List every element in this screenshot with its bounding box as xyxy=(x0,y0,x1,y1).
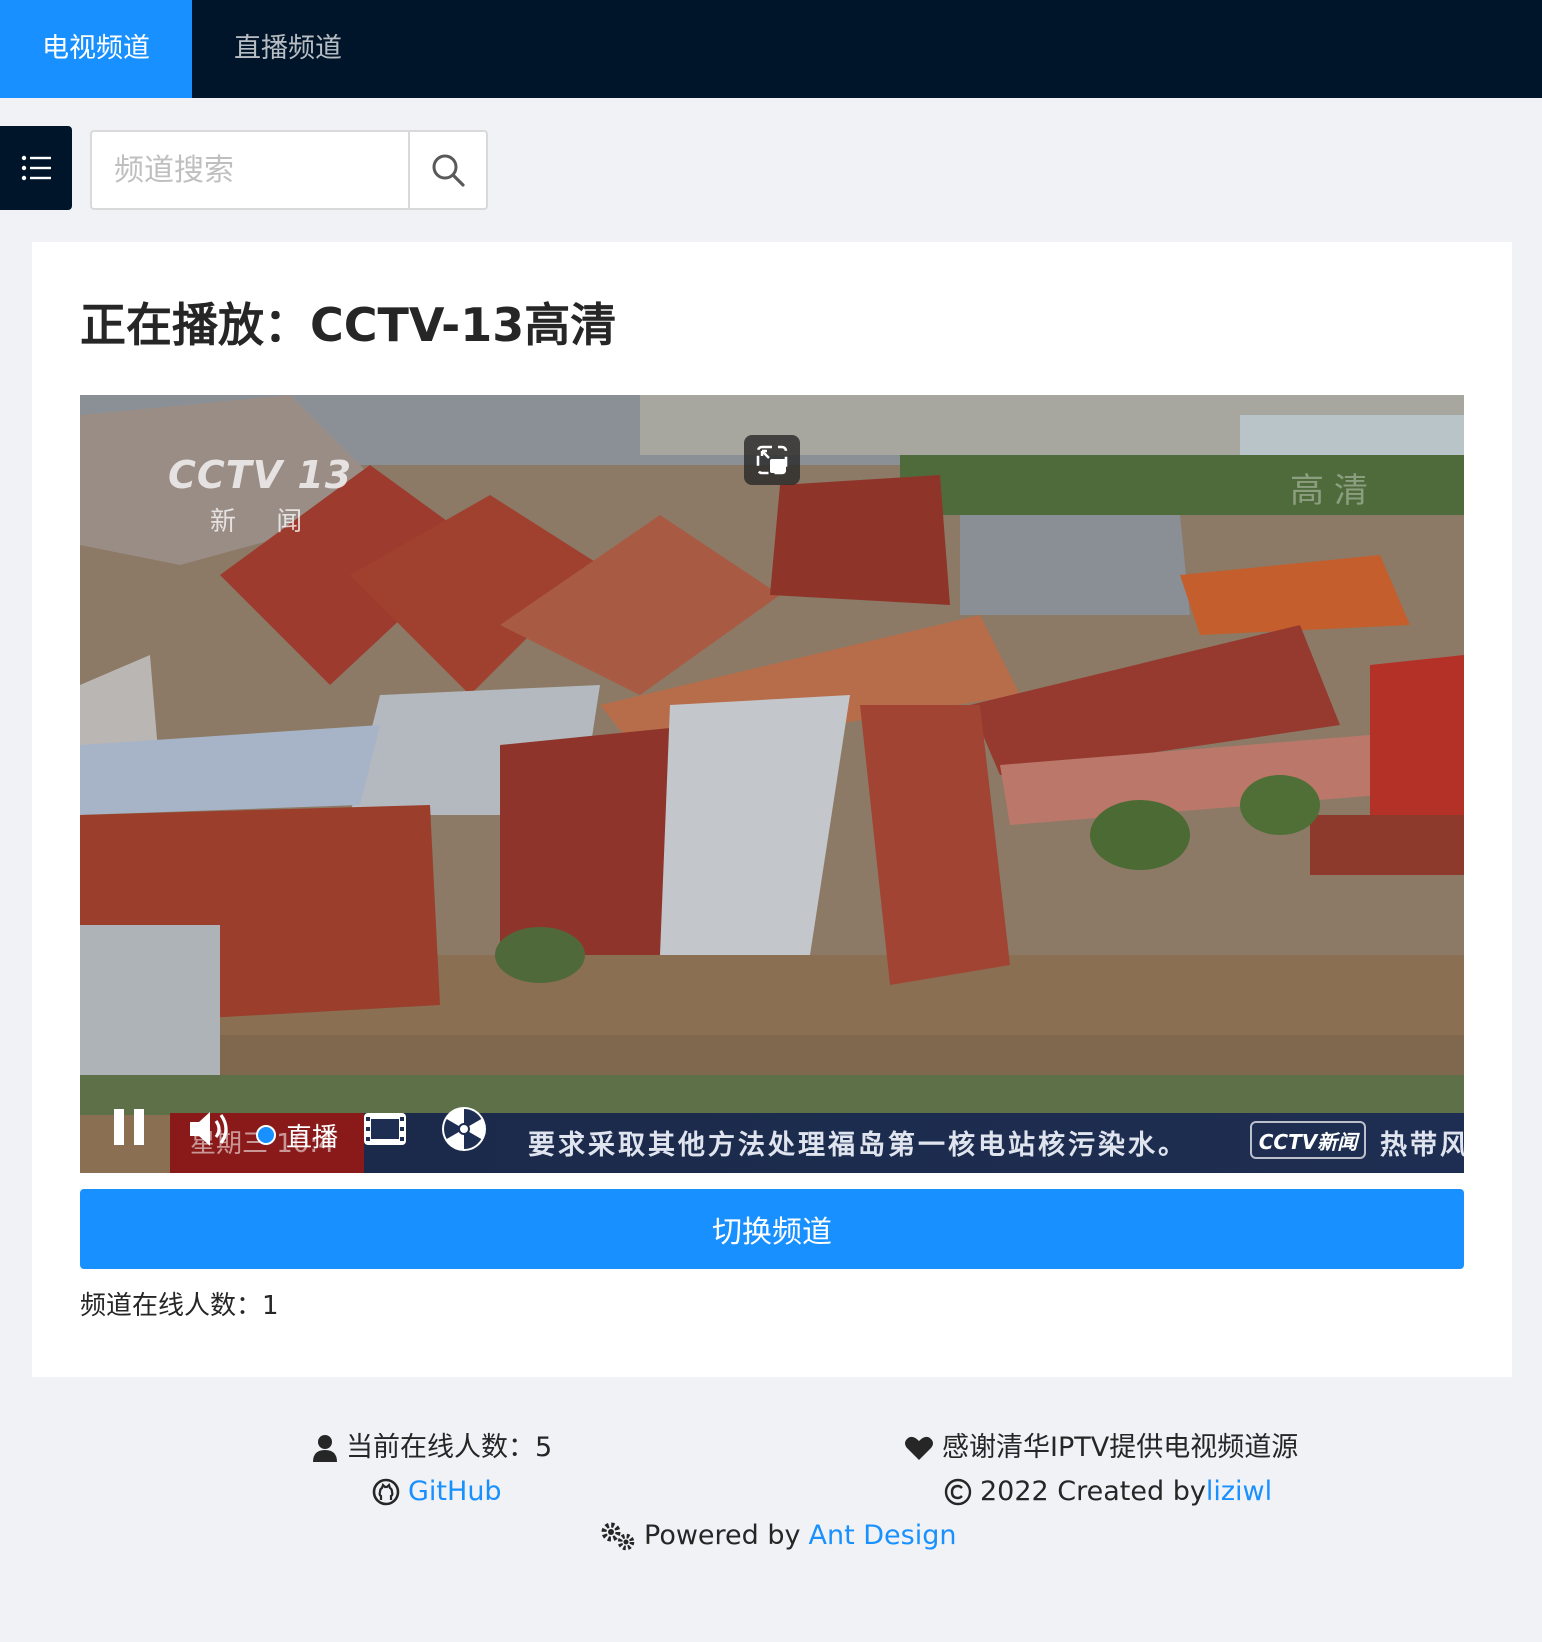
github-icon xyxy=(372,1478,400,1506)
page-title: 正在播放：CCTV-13高清 xyxy=(80,298,617,352)
picture-in-picture-button[interactable] xyxy=(744,435,800,485)
live-label: 直播 xyxy=(286,1123,339,1153)
search-button[interactable] xyxy=(408,130,488,210)
radiation-icon xyxy=(442,1107,486,1151)
hd-watermark: 高清 xyxy=(1290,471,1378,511)
author-link[interactable]: liziwl xyxy=(1206,1472,1272,1512)
settings-icon xyxy=(601,1522,635,1551)
cctv-watermark-sub: 新 闻 xyxy=(210,507,319,537)
user-icon xyxy=(313,1435,337,1462)
top-nav: 电视频道 直播频道 xyxy=(0,0,1542,98)
pause-button[interactable] xyxy=(112,1107,146,1151)
footer-created: 2022 Created by liziwl xyxy=(944,1472,1272,1512)
radiation-button[interactable] xyxy=(440,1105,488,1157)
menu-toggle-button[interactable] xyxy=(0,126,72,210)
volume-icon xyxy=(190,1112,228,1146)
search-icon xyxy=(432,154,465,187)
fullscreen-button[interactable] xyxy=(362,1111,408,1151)
player-controls: 直播 xyxy=(80,1095,1464,1173)
player-card: 正在播放：CCTV-13高清 CCTV 13 新 闻 高清 星期三 10:4 要… xyxy=(32,242,1512,1377)
pip-icon xyxy=(756,445,788,475)
unordered-list-icon xyxy=(21,155,51,181)
heart-icon xyxy=(905,1436,933,1460)
cctv-watermark: CCTV 13 xyxy=(168,453,353,497)
footer-github: GitHub xyxy=(372,1472,502,1512)
channel-search xyxy=(90,130,488,210)
fullscreen-icon xyxy=(364,1113,406,1145)
live-indicator-dot xyxy=(256,1125,276,1145)
footer-online-count: 当前在线人数： 5 xyxy=(312,1428,552,1468)
volume-button[interactable] xyxy=(188,1109,232,1153)
tab-live-channels[interactable]: 直播频道 xyxy=(192,0,384,98)
footer-thanks: 感谢清华IPTV提供电视频道源 xyxy=(904,1428,1298,1468)
github-link[interactable]: GitHub xyxy=(408,1472,502,1512)
channel-online-count: 频道在线人数：1 xyxy=(80,1291,279,1321)
ant-design-link[interactable]: Ant Design xyxy=(809,1516,957,1556)
video-player[interactable]: CCTV 13 新 闻 高清 星期三 10:4 要求采取其他方法处理福岛第一核电… xyxy=(80,395,1464,1173)
copyright-icon xyxy=(944,1478,972,1506)
pause-icon xyxy=(114,1109,144,1145)
footer-powered: Powered by Ant Design xyxy=(600,1516,956,1556)
tab-tv-channels[interactable]: 电视频道 xyxy=(0,0,192,98)
switch-channel-button[interactable]: 切换频道 xyxy=(80,1189,1464,1269)
search-input[interactable] xyxy=(90,130,408,210)
